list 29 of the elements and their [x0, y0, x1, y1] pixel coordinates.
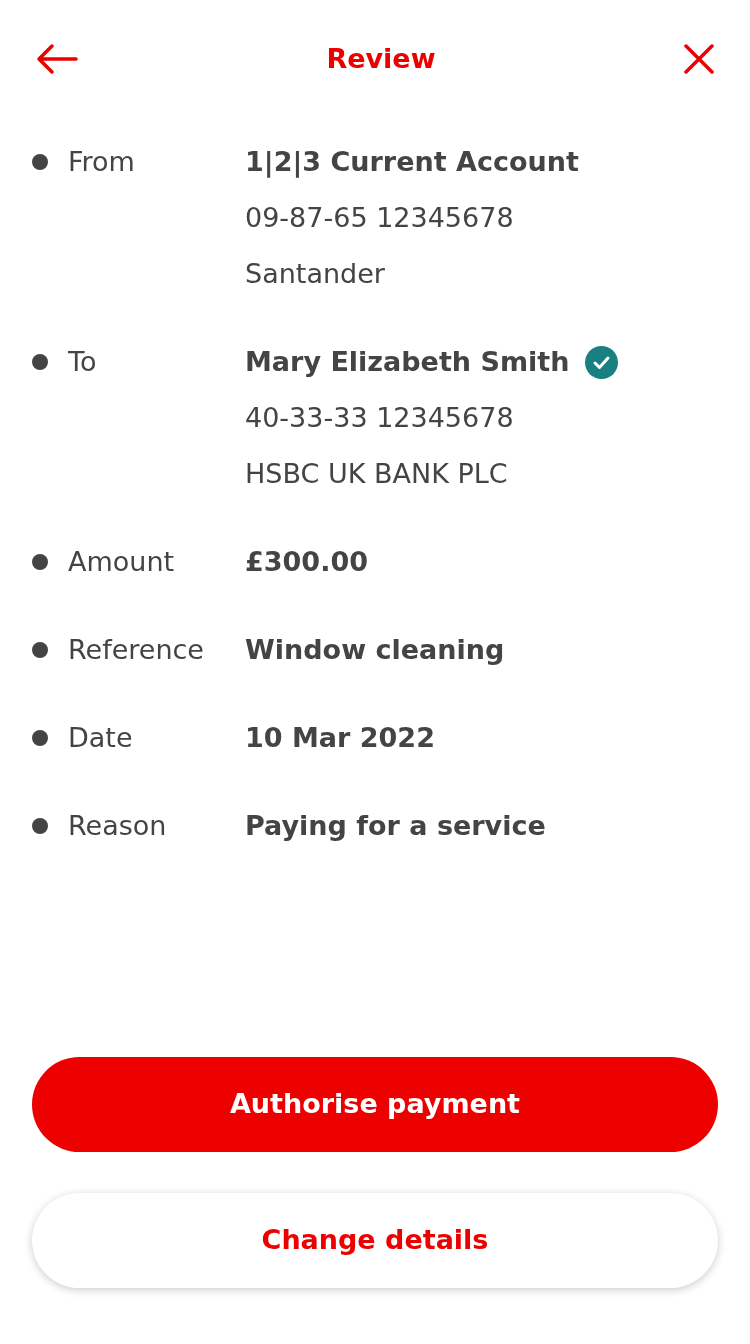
- field-label: Reference: [68, 633, 205, 667]
- field-value: Mary Elizabeth Smith: [245, 345, 570, 379]
- field-value: 40-33-33 12345678: [245, 401, 514, 435]
- field-value: 10 Mar 2022: [245, 721, 435, 755]
- bullet-icon: [32, 642, 48, 658]
- field-value: 1|2|3 Current Account: [245, 145, 579, 180]
- field-label: Date: [68, 721, 134, 755]
- field-value: 09-87-65 12345678: [245, 201, 514, 235]
- screen-title: Review: [326, 41, 436, 76]
- field-label: To: [68, 345, 98, 379]
- close-icon: [684, 44, 714, 74]
- bullet-icon: [32, 730, 48, 746]
- field-value: £300.00: [245, 545, 368, 579]
- field-label: Reason: [68, 809, 168, 843]
- field-value: Santander: [245, 257, 385, 291]
- close-button[interactable]: [684, 44, 714, 74]
- field-value: HSBC UK BANK PLC: [245, 457, 508, 491]
- change-details-button[interactable]: Change details: [32, 1193, 718, 1288]
- back-arrow-icon: [36, 43, 78, 75]
- back-button[interactable]: [36, 43, 78, 75]
- bullet-icon: [32, 154, 48, 170]
- bullet-icon: [32, 818, 48, 834]
- field-label: Amount: [68, 545, 176, 579]
- field-value: Paying for a service: [245, 809, 546, 843]
- bullet-icon: [32, 554, 48, 570]
- field-label: From: [68, 145, 136, 179]
- bullet-icon: [32, 354, 48, 370]
- authorise-button[interactable]: Authorise payment: [32, 1057, 718, 1152]
- field-value: Window cleaning: [245, 633, 505, 667]
